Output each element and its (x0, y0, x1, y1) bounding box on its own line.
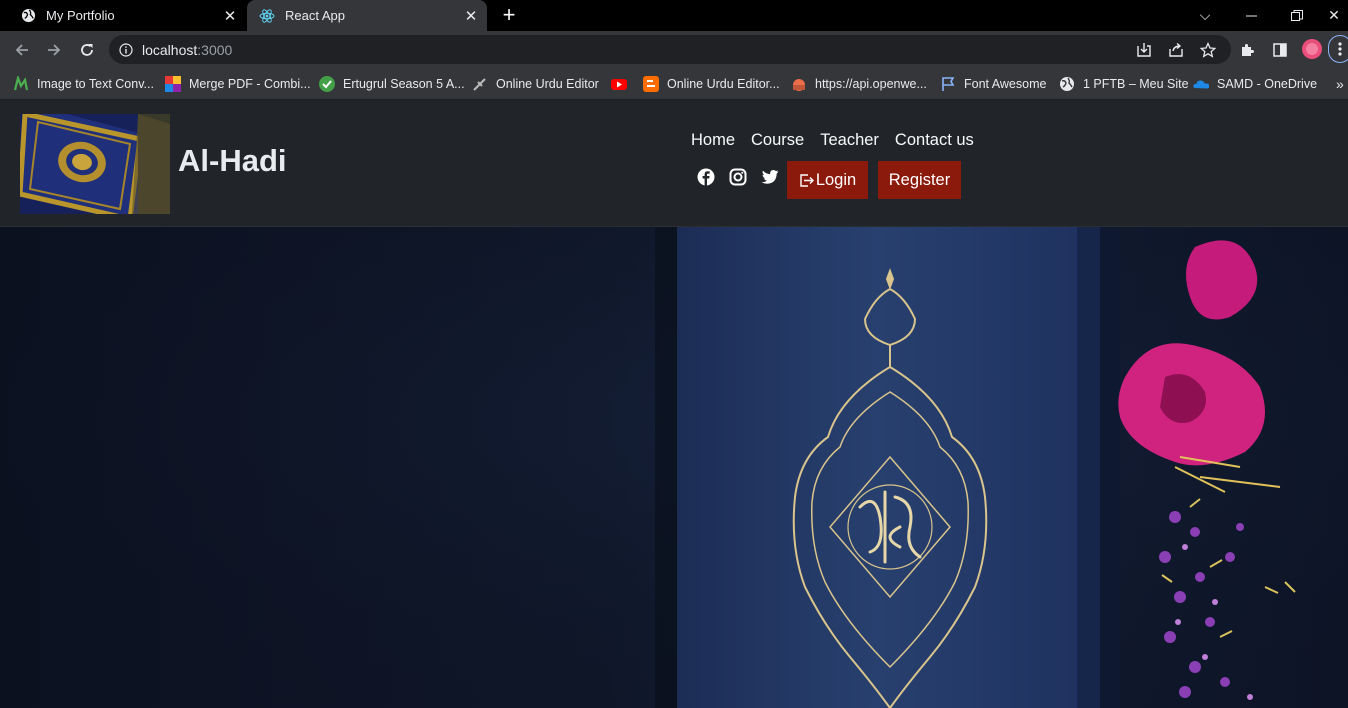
bookmarks-overflow-button[interactable]: » (1336, 73, 1344, 95)
chrome-menu-icon[interactable] (1328, 35, 1348, 63)
bookmark-label: 1 PFTB – Meu Site (1083, 77, 1189, 91)
bookmark-merge-pdf[interactable]: Merge PDF - Combi... (165, 73, 311, 95)
bookmark-samd-onedrive[interactable]: SAMD - OneDrive (1193, 73, 1317, 95)
bookmark-label: Font Awesome (964, 77, 1047, 91)
flag-icon (940, 76, 956, 92)
blogger-icon (643, 76, 659, 92)
quill-icon (472, 76, 488, 92)
brand-name[interactable]: Al-Hadi (178, 143, 287, 179)
facebook-icon[interactable] (697, 168, 715, 186)
site-header: Al-Hadi Home Course Teacher Contact us L… (0, 101, 1348, 227)
bookmark-online-urdu-editor-blogger[interactable]: Online Urdu Editor... (643, 73, 780, 95)
bookmark-youtube[interactable] (611, 73, 635, 95)
close-window-button[interactable]: ✕ (1320, 0, 1348, 31)
react-icon (259, 8, 275, 24)
minimize-button[interactable] (1228, 0, 1274, 31)
openweather-icon (791, 76, 807, 92)
login-label: Login (815, 170, 857, 189)
hero-quran-image (0, 227, 1348, 708)
nav-course[interactable]: Course (751, 131, 804, 150)
bookmark-label: Online Urdu Editor... (667, 77, 780, 91)
login-icon (799, 173, 814, 188)
tab-my-portfolio[interactable]: My Portfolio ✕ (8, 0, 246, 31)
install-app-icon[interactable] (1134, 40, 1154, 60)
check-circle-icon (319, 76, 335, 92)
nav-home[interactable]: Home (691, 131, 735, 150)
nav-contact-us[interactable]: Contact us (895, 131, 974, 150)
tab-title: My Portfolio (46, 8, 115, 23)
address-bar[interactable]: localhost:3000 (109, 35, 1231, 64)
bookmark-label: Ertugrul Season 5 A... (343, 77, 465, 91)
tab-react-app[interactable]: React App ✕ (247, 0, 487, 31)
extensions-icon[interactable] (1237, 40, 1257, 60)
youtube-icon (611, 76, 627, 92)
back-button[interactable] (9, 37, 35, 63)
reload-button[interactable] (74, 37, 100, 63)
bookmark-label: Merge PDF - Combi... (189, 77, 311, 91)
tab-search-icon[interactable]: ⌵ (1182, 0, 1228, 31)
bookmark-label: Image to Text Conv... (37, 77, 154, 91)
bookmark-star-icon[interactable] (1198, 40, 1218, 60)
bookmark-label: https://api.openwe... (815, 77, 927, 91)
bookmark-online-urdu-editor[interactable]: Online Urdu Editor (472, 73, 599, 95)
profile-avatar-icon[interactable] (1301, 38, 1323, 60)
web-page: Al-Hadi Home Course Teacher Contact us L… (0, 101, 1348, 708)
forward-button[interactable] (41, 37, 67, 63)
bookmark-font-awesome[interactable]: Font Awesome (940, 73, 1046, 95)
close-tab-icon[interactable]: ✕ (222, 8, 238, 25)
url-port: :3000 (197, 41, 233, 58)
register-button[interactable]: Register (878, 161, 961, 199)
bookmark-image-to-text[interactable]: Image to Text Conv... (13, 73, 154, 95)
close-tab-icon[interactable]: ✕ (463, 8, 479, 25)
merge-pdf-icon (165, 76, 181, 92)
bookmark-label: Online Urdu Editor (496, 77, 599, 91)
new-tab-button[interactable]: + (498, 4, 520, 26)
instagram-icon[interactable] (729, 168, 747, 186)
site-info-icon[interactable] (119, 42, 133, 57)
tab-strip: My Portfolio ✕ React App ✕ + ⌵ ✕ (0, 0, 1348, 31)
onedrive-icon (1193, 76, 1209, 92)
nav-teacher[interactable]: Teacher (820, 131, 879, 150)
url-host: localhost (142, 41, 198, 58)
login-button[interactable]: Login (787, 161, 868, 199)
share-icon[interactable] (1166, 40, 1186, 60)
tab-title: React App (285, 8, 345, 23)
image-to-text-icon (13, 76, 29, 92)
restore-button[interactable] (1274, 0, 1320, 31)
bookmark-ertugrul[interactable]: Ertugrul Season 5 A... (319, 73, 465, 95)
register-label: Register (888, 170, 951, 189)
twitter-icon[interactable] (761, 168, 779, 186)
bookmark-label: SAMD - OneDrive (1217, 77, 1318, 91)
browser-toolbar: localhost:3000 (0, 31, 1348, 68)
side-panel-icon[interactable] (1270, 40, 1290, 60)
bookmarks-bar: Image to Text Conv... Merge PDF - Combi.… (0, 68, 1348, 100)
bookmark-openweather[interactable]: https://api.openwe... (791, 73, 927, 95)
globe-icon (20, 8, 36, 24)
main-nav: Home Course Teacher Contact us (691, 131, 974, 150)
wordpress-icon (1059, 76, 1075, 92)
quran-cover-logo-image[interactable] (20, 114, 170, 214)
bookmark-pftb[interactable]: 1 PFTB – Meu Site (1059, 73, 1189, 95)
